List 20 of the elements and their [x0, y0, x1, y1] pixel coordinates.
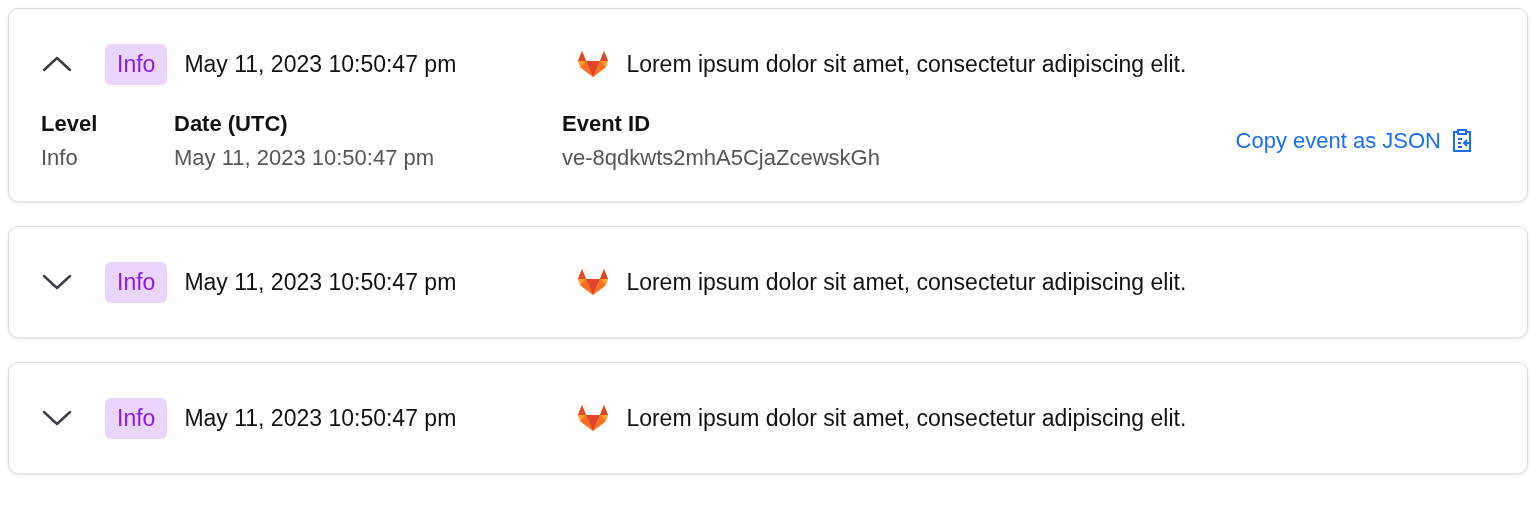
- timestamp: May 11, 2023 10:50:47 pm: [184, 50, 458, 78]
- fox-logo-icon: [578, 51, 609, 77]
- timestamp: May 11, 2023 10:50:47 pm: [184, 268, 458, 296]
- level-badge: Info: [105, 261, 168, 303]
- timestamp: May 11, 2023 10:50:47 pm: [184, 404, 458, 432]
- event-message: Lorem ipsum dolor sit amet, consectetur adipiscing elit.: [626, 404, 1187, 432]
- detail-value: May 11, 2023 10:50:47 pm: [174, 145, 436, 171]
- fox-logo-icon: [578, 405, 609, 431]
- level-badge: Info: [105, 43, 168, 85]
- event-message: Lorem ipsum dolor sit amet, consectetur adipiscing elit.: [626, 268, 1187, 296]
- detail-label: Event ID: [562, 111, 652, 137]
- copy-json-link[interactable]: Copy event as JSON: [1235, 128, 1473, 154]
- detail-value: Info: [41, 145, 79, 171]
- detail-value: ve-8qdkwts2mhA5CjaZcewskGh: [562, 145, 881, 171]
- clipboard-icon: [1451, 129, 1473, 153]
- detail-label: Level: [41, 111, 99, 137]
- level-badge: Info: [105, 397, 168, 439]
- fox-logo-icon: [578, 269, 609, 295]
- detail-label: Date (UTC): [174, 111, 289, 137]
- event-message: Lorem ipsum dolor sit amet, consectetur adipiscing elit.: [626, 50, 1187, 78]
